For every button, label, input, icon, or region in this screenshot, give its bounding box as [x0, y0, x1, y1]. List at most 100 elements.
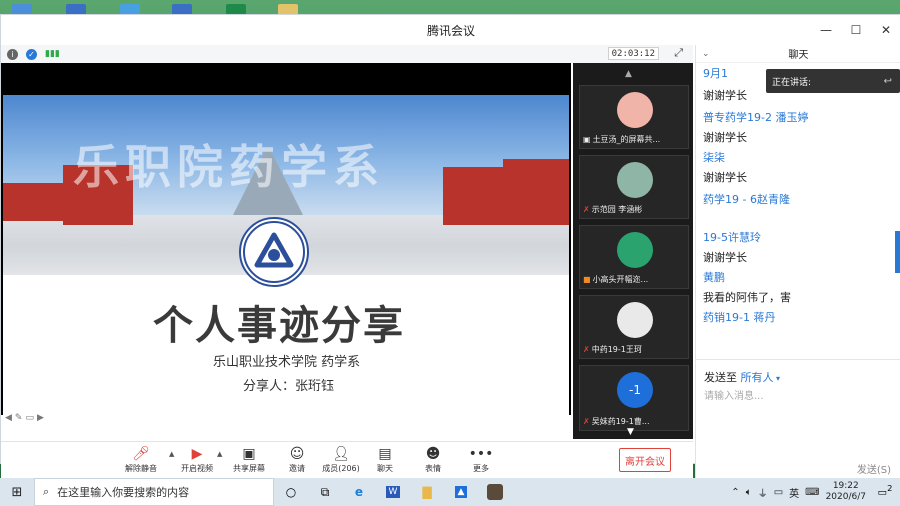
participant-tile[interactable]: ■ 小高头开幅迩... [579, 225, 689, 289]
collapse-icon[interactable]: ↩ [884, 76, 892, 87]
unmute-button[interactable]: 🎤︎ 解除静音 [119, 445, 163, 474]
chat-icon: ▤ [378, 446, 392, 462]
chevron-up-icon[interactable]: ▲ [217, 450, 222, 458]
mic-muted-icon: ✗ [583, 345, 590, 354]
chevron-up-icon[interactable]: ⌃ [731, 487, 739, 498]
task-view-icon[interactable]: ⧉ [308, 478, 342, 506]
chevron-down-icon[interactable]: ⌄ [702, 49, 710, 59]
smiley-icon: ☻ [425, 446, 441, 462]
slide-subtitle: 乐山职业技术学院 药学系 [213, 355, 361, 370]
network-icon[interactable]: ⏚ [758, 485, 768, 500]
presentation-slide: 乐职院药学系 个人事迹分享 乐山职业技术学院 药学系 分享人：张珩钰 [3, 95, 569, 415]
send-to-selector[interactable]: 发送至 所有人 ▾ [704, 369, 780, 385]
word-app-icon[interactable]: W [376, 478, 410, 506]
chat-sender: 9月1 [703, 67, 728, 80]
chat-message: 谢谢学长 [703, 89, 747, 102]
send-button[interactable]: 发送(S) [857, 461, 891, 476]
scroll-down-icon[interactable]: ▼ [627, 427, 634, 437]
shared-screen-area: 乐职院药学系 个人事迹分享 乐山职业技术学院 药学系 分享人：张珩钰 [1, 63, 571, 415]
chevron-up-icon[interactable]: ▲ [169, 450, 174, 458]
pen-icon[interactable]: ✎ [15, 413, 23, 423]
battery-icon[interactable]: ▭ [774, 487, 783, 498]
slide-title: 个人事迹分享 [153, 303, 405, 349]
scroll-up-icon[interactable]: ▲ [625, 69, 632, 79]
meeting-timer: 02:03:12 [607, 47, 659, 60]
chat-input[interactable]: 请输入消息... [704, 387, 764, 402]
volume-icon[interactable]: 🔈︎ [746, 487, 752, 498]
chat-message: 我看的阿伟了，害 [703, 291, 791, 304]
chat-sender: 普专药学19-2 潘玉婷 [703, 111, 809, 124]
more-icon: ••• [468, 446, 494, 462]
avatar [617, 232, 653, 268]
info-icon[interactable]: i [7, 48, 18, 60]
chat-sender: 药学19 - 6赵青隆 [703, 193, 790, 206]
participant-tile[interactable]: -1 ✗ 吴妹药19-1曹... [579, 365, 689, 431]
slide-sharer: 分享人：张珩钰 [243, 379, 335, 394]
start-video-button[interactable]: ▶ 开启视频 [175, 445, 219, 474]
recipient-dropdown[interactable]: 所有人 [741, 371, 774, 384]
notification-center-icon[interactable]: ▭2 [876, 483, 894, 501]
chat-title: 聊天 [788, 50, 809, 61]
camera-off-icon: ▶ [191, 446, 203, 462]
file-explorer-icon[interactable]: ▇ [410, 478, 444, 506]
close-button[interactable]: ✕ [871, 15, 900, 45]
window-title: 腾讯会议 [426, 23, 475, 38]
chevron-down-icon: ▾ [773, 374, 781, 383]
chat-sender: 药销19-1 蒋丹 [703, 311, 776, 324]
edge-browser-icon[interactable]: e [342, 478, 376, 506]
participant-tile[interactable]: ✗ 示范园 李涵彬 [579, 155, 689, 219]
participant-video-column: ▲ ▣ 土豆汤_的屏幕共... ✗ 示范园 李涵彬 ■ 小高头开幅迩... ✗ 中药19… [573, 63, 693, 439]
minimize-button[interactable]: — [811, 15, 841, 45]
tencent-meeting-icon[interactable]: ▲ [444, 478, 478, 506]
keyboard-icon[interactable]: ⌨ [805, 487, 819, 498]
screen-share-icon: ▣ [583, 135, 591, 144]
meeting-toolbar: 🎤︎ 解除静音 ▲ ▶ 开启视频 ▲ ▣ 共享屏幕 ☺ 邀请 👤︎ 成员(206) ▤ 聊天… [1, 441, 693, 479]
annotation-tools: ◀ ✎ ▭ ▶ [5, 413, 44, 423]
participant-name: 小高头开幅迩... [592, 275, 649, 284]
taskbar-search-box[interactable]: ⌕ 在这里输入你要搜索的内容 [34, 478, 274, 506]
chat-button[interactable]: ▤ 聊天 [363, 445, 407, 474]
invite-button[interactable]: ☺ 邀请 [275, 445, 319, 474]
search-icon: ⌕ [43, 485, 50, 498]
slide-banner: 乐职院药学系 [73, 140, 385, 194]
forward-arrow-icon[interactable]: ▶ [37, 413, 44, 423]
windows-start-icon[interactable]: ⊞ [0, 478, 34, 506]
signal-icon[interactable]: ▮▮▮ [45, 49, 60, 59]
app-avatar-icon[interactable] [478, 478, 512, 506]
emoji-button[interactable]: ☻ 表情 [411, 445, 455, 474]
fullscreen-icon[interactable]: ⤢ [674, 46, 683, 60]
chat-message: 谢谢学长 [703, 131, 747, 144]
more-button[interactable]: ••• 更多 [459, 445, 503, 474]
chat-sender: 19-5许慧玲 [703, 231, 761, 244]
ime-indicator[interactable]: 英 [789, 485, 799, 500]
participant-tile[interactable]: ▣ 土豆汤_的屏幕共... [579, 85, 689, 149]
mic-muted-icon: ✗ [583, 205, 590, 214]
chat-scrollbar[interactable] [895, 231, 900, 273]
system-tray: ⌃ 🔈︎ ⏚ ▭ 英 ⌨ 19:22 2020/6/7 [731, 478, 866, 506]
leave-meeting-button[interactable]: 离开会议 [619, 448, 671, 472]
mic-muted-icon: ✗ [583, 417, 590, 426]
clock[interactable]: 19:22 2020/6/7 [826, 481, 866, 503]
participant-name: 中药19-1王珂 [591, 345, 642, 354]
chat-panel: ⌄ 聊天 9月1 谢谢学长 正在讲话: ↩ 普专药学19-2 潘玉婷 谢谢学长 … [695, 45, 900, 479]
back-arrow-icon[interactable]: ◀ [5, 413, 12, 423]
search-placeholder: 在这里输入你要搜索的内容 [57, 486, 190, 499]
members-button[interactable]: 👤︎ 成员(206) [319, 445, 363, 474]
cortana-icon[interactable]: ○ [274, 478, 308, 506]
host-icon: ■ [583, 275, 591, 284]
avatar [617, 302, 653, 338]
shield-icon[interactable]: ✓ [26, 48, 37, 60]
screen-icon[interactable]: ▭ [25, 413, 34, 423]
share-screen-button[interactable]: ▣ 共享屏幕 [227, 445, 271, 474]
chat-header: ⌄ 聊天 [696, 45, 900, 63]
title-bar: 腾讯会议 — ☐ ✕ [1, 15, 900, 45]
chat-message: 谢谢学长 [703, 171, 747, 184]
avatar: -1 [617, 372, 653, 408]
share-screen-icon: ▣ [242, 446, 256, 462]
avatar [617, 92, 653, 128]
participant-tile[interactable]: ✗ 中药19-1王珂 [579, 295, 689, 359]
avatar [617, 162, 653, 198]
chat-sender: 黄鹏 [703, 271, 725, 284]
add-user-icon: ☺ [289, 446, 305, 462]
maximize-button[interactable]: ☐ [841, 15, 871, 45]
